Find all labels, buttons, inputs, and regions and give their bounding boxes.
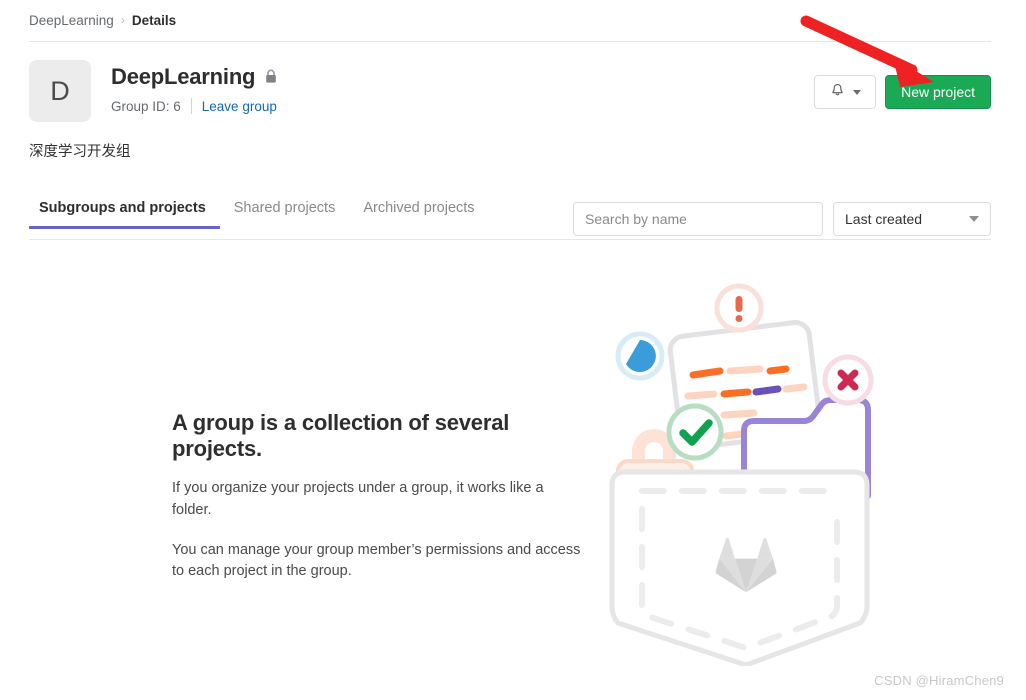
breadcrumb-group-link[interactable]: DeepLearning <box>29 13 114 28</box>
bell-icon <box>830 82 845 103</box>
empty-state-text: A group is a collection of several proje… <box>172 410 584 583</box>
check-badge-icon <box>666 403 724 461</box>
close-x-badge-icon <box>822 354 874 406</box>
group-avatar-letter: D <box>50 75 70 106</box>
exclamation-badge-icon <box>714 283 764 333</box>
lock-icon <box>264 69 278 85</box>
tab-shared-projects[interactable]: Shared projects <box>220 200 350 229</box>
pie-clock-icon <box>615 331 665 381</box>
gitlab-group-details-page: DeepLearning › Details D DeepLearning Gr… <box>0 0 1026 700</box>
tab-archived-projects[interactable]: Archived projects <box>349 200 488 229</box>
header-divider <box>29 41 991 42</box>
empty-state-paragraph-2: You can manage your group member’s permi… <box>172 541 581 580</box>
group-meta: DeepLearning Group ID: 6 Leave group <box>111 63 278 115</box>
new-project-button[interactable]: New project <box>885 75 991 109</box>
empty-state-title: A group is a collection of several proje… <box>172 410 510 461</box>
leave-group-link[interactable]: Leave group <box>202 99 277 114</box>
breadcrumb-separator-icon: › <box>120 13 125 27</box>
watermark: CSDN @HiramChen9 <box>874 673 1004 688</box>
search-input[interactable] <box>573 202 823 236</box>
subtitle-divider <box>190 98 192 114</box>
sort-dropdown[interactable]: Last created <box>833 202 991 236</box>
breadcrumb-current: Details <box>131 12 177 28</box>
page-title: DeepLearning <box>111 63 256 89</box>
group-id-label: Group ID: 6 <box>111 98 181 114</box>
chevron-down-icon <box>969 216 979 222</box>
filters: Last created <box>573 202 991 236</box>
breadcrumb: DeepLearning › Details <box>29 10 176 30</box>
group-title-row: DeepLearning <box>111 63 278 90</box>
chevron-down-icon <box>852 89 861 95</box>
new-project-label: New project <box>901 84 975 100</box>
group-empty-pocket-illustration <box>596 276 896 668</box>
tab-label: Archived projects <box>363 200 475 216</box>
tabs-divider <box>29 239 991 240</box>
group-description: 深度学习开发组 <box>29 144 131 160</box>
group-avatar: D <box>29 60 91 122</box>
group-subtitle: Group ID: 6 Leave group <box>111 97 278 115</box>
sort-value: Last created <box>845 211 923 227</box>
notification-dropdown-button[interactable] <box>814 75 877 109</box>
tab-subgroups-and-projects[interactable]: Subgroups and projects <box>29 200 220 229</box>
tab-label: Subgroups and projects <box>39 200 206 216</box>
header-actions: New project <box>814 75 991 109</box>
tab-label: Shared projects <box>233 200 336 216</box>
empty-state-paragraph-1: If you organize your projects under a gr… <box>172 480 544 518</box>
